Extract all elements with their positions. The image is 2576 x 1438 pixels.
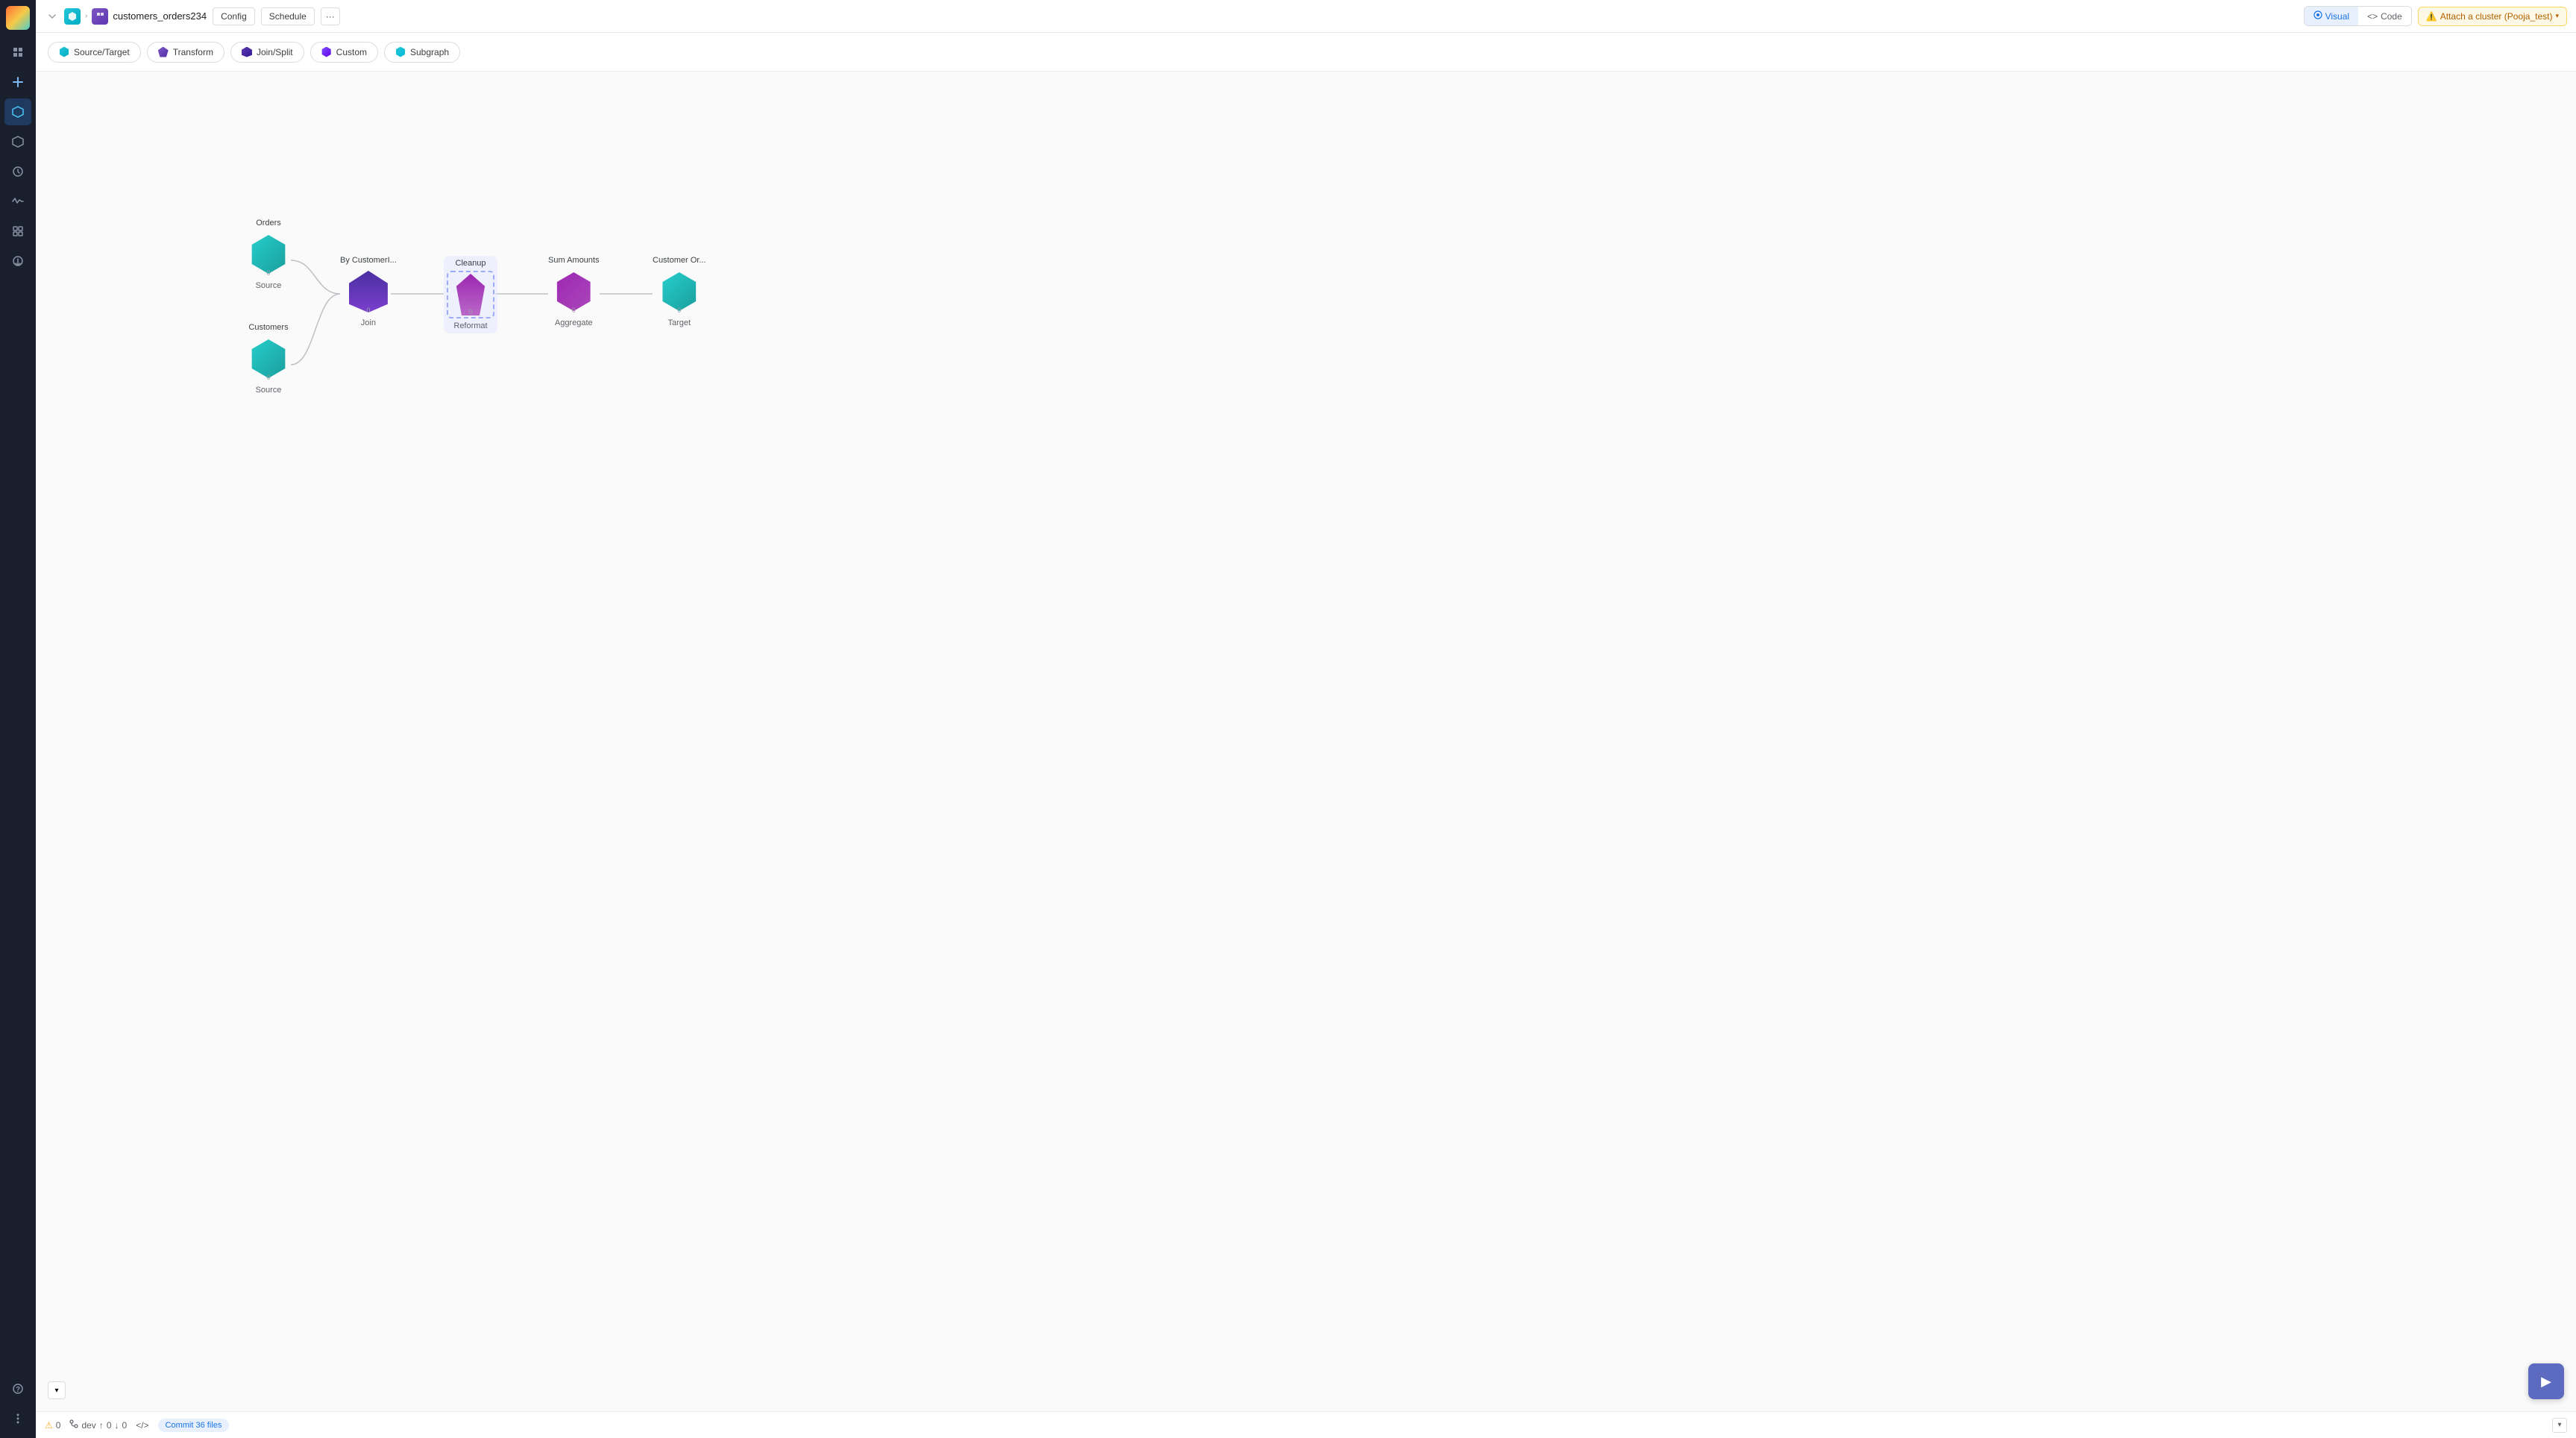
sidebar-item-history[interactable] <box>4 158 31 185</box>
join-group-label: By CustomerI... <box>340 256 397 265</box>
config-button[interactable]: Config <box>213 7 255 25</box>
join-split-button[interactable]: Join/Split <box>230 42 304 63</box>
target-sublabel: Target <box>667 318 691 327</box>
target-node[interactable]: Customer Or... 0 Target <box>653 256 706 327</box>
warning-count: 0 <box>56 1420 61 1431</box>
chevron-down-icon: ▾ <box>2555 12 2559 20</box>
breadcrumb-separator: › <box>85 12 87 20</box>
warnings-indicator: ⚠ 0 <box>45 1420 60 1431</box>
app-logo[interactable] <box>6 6 30 30</box>
view-toggle: Visual <> Code <box>2304 6 2412 26</box>
subgraph-icon <box>395 47 406 57</box>
orders-source-box[interactable]: 0 <box>245 230 292 278</box>
pipeline-breadcrumb-icon <box>64 8 81 25</box>
target-count: 0 <box>677 307 681 314</box>
sidebar-item-more[interactable] <box>4 1405 31 1432</box>
commit-button[interactable]: Commit 36 files <box>158 1419 230 1432</box>
pipeline-name-label: customers_orders234 <box>113 10 207 22</box>
reformat-count: 0 <box>468 308 472 315</box>
branch-down-count: 0 <box>122 1420 128 1431</box>
toolbar: Source/Target Transform Join/Split Custo… <box>36 33 2576 72</box>
attach-cluster-button[interactable]: ⚠️ Attach a cluster (Pooja_test) ▾ <box>2418 7 2567 26</box>
bottombar: ⚠ 0 dev ↑ 0 ↓ 0 </> Commit 36 files ▾ <box>36 1411 2576 1438</box>
branch-indicator: dev ↑ 0 ↓ 0 <box>69 1419 127 1431</box>
target-shape <box>660 272 699 311</box>
join-box[interactable]: 0 <box>345 268 392 315</box>
warning-icon: ⚠ <box>45 1420 53 1431</box>
reformat-sublabel: Reformat <box>453 321 487 330</box>
sidebar-item-add[interactable] <box>4 69 31 95</box>
sidebar-item-pipelines[interactable] <box>4 98 31 125</box>
join-sublabel: Join <box>361 318 376 327</box>
subgraph-button[interactable]: Subgraph <box>384 42 460 63</box>
main-content: › customers_orders234 Config Schedule ··… <box>36 0 2576 1438</box>
orders-source-sublabel: Source <box>256 281 282 290</box>
code-icon: </> <box>136 1420 148 1431</box>
reformat-node[interactable]: Cleanup 0 Reformat <box>444 256 497 333</box>
pipeline-connections <box>36 72 2576 1411</box>
join-count: 0 <box>366 307 370 314</box>
sidebar-item-explore[interactable] <box>4 128 31 155</box>
aggregate-node[interactable]: Sum Amounts 0 Aggregate <box>548 256 599 327</box>
sidebar-item-deploy[interactable] <box>4 248 31 274</box>
schedule-button[interactable]: Schedule <box>261 7 315 25</box>
breadcrumb: › customers_orders234 <box>45 8 207 25</box>
source-target-icon <box>59 47 69 57</box>
orders-label: Orders <box>256 219 281 227</box>
run-button[interactable] <box>2528 1363 2564 1399</box>
branch-icon <box>69 1419 78 1431</box>
custom-icon <box>321 47 332 57</box>
sidebar: ? <box>0 0 36 1438</box>
aggregate-sublabel: Aggregate <box>555 318 593 327</box>
target-box[interactable]: 0 <box>656 268 703 315</box>
customers-source-shape <box>249 339 288 378</box>
customers-source-count: 0 <box>266 374 270 381</box>
branch-up-icon: ↑ <box>99 1420 104 1431</box>
orders-source-node[interactable]: Orders 0 Source <box>245 219 292 290</box>
reformat-box[interactable]: 0 <box>447 271 494 318</box>
topbar: › customers_orders234 Config Schedule ··… <box>36 0 2576 33</box>
customers-source-sublabel: Source <box>256 386 282 395</box>
customers-source-box[interactable]: 0 <box>245 335 292 383</box>
target-group-label: Customer Or... <box>653 256 706 265</box>
aggregate-group-label: Sum Amounts <box>548 256 599 265</box>
sidebar-item-help[interactable]: ? <box>4 1375 31 1402</box>
pipeline-canvas[interactable]: Orders 0 Source Customers 0 Source By Cu… <box>36 72 2576 1411</box>
panel-dropdown-button[interactable]: ▾ <box>2552 1418 2567 1433</box>
customers-source-node[interactable]: Customers 0 Source <box>245 323 292 395</box>
sidebar-bottom: ? <box>4 1375 31 1432</box>
collapse-panel-button[interactable]: ▾ <box>48 1381 66 1399</box>
reformat-group-label: Cleanup <box>456 259 486 268</box>
join-node[interactable]: By CustomerI... 0 Join <box>340 256 397 327</box>
branch-up-count: 0 <box>107 1420 112 1431</box>
orders-source-count: 0 <box>266 269 270 277</box>
branch-name: dev <box>81 1420 95 1431</box>
sidebar-item-activity[interactable] <box>4 188 31 215</box>
visual-icon <box>2313 10 2322 22</box>
orders-source-shape <box>249 235 288 274</box>
aggregate-box[interactable]: 0 <box>550 268 597 315</box>
code-icon: <> <box>2367 11 2378 22</box>
aggregate-count: 0 <box>572 307 576 314</box>
warning-icon: ⚠️ <box>2426 11 2437 22</box>
expand-icon[interactable] <box>45 9 60 24</box>
aggregate-shape <box>554 272 593 311</box>
visual-view-button[interactable]: Visual <box>2305 7 2358 25</box>
customers-label: Customers <box>248 323 288 332</box>
custom-button[interactable]: Custom <box>310 42 378 63</box>
join-split-icon <box>242 47 252 57</box>
pipeline-type-icon <box>92 8 108 25</box>
transform-icon <box>158 47 169 57</box>
more-options-button[interactable]: ··· <box>321 7 340 25</box>
code-indicator: </> <box>136 1420 148 1431</box>
branch-down-icon: ↓ <box>115 1420 119 1431</box>
sidebar-item-home[interactable] <box>4 39 31 66</box>
transform-button[interactable]: Transform <box>147 42 224 63</box>
svg-text:?: ? <box>16 1386 20 1394</box>
sidebar-item-environments[interactable] <box>4 218 31 245</box>
code-view-button[interactable]: <> Code <box>2358 7 2411 25</box>
source-target-button[interactable]: Source/Target <box>48 42 141 63</box>
